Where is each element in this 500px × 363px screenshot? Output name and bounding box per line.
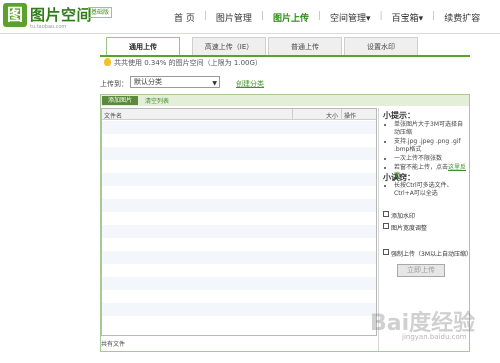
list-row: [102, 290, 376, 303]
nav-image-upload[interactable]: 图片上传: [264, 11, 318, 24]
resize-checkbox[interactable]: [383, 223, 389, 229]
list-row: [102, 199, 376, 212]
tab-normal-upload[interactable]: 普通上传: [268, 37, 342, 55]
list-row: [102, 316, 376, 329]
list-row: [102, 277, 376, 290]
list-row: [102, 264, 376, 277]
tricks-list: 长按Ctrl可多选文件、Ctrl+A可以全选: [384, 182, 468, 198]
tip-item: 支持.jpg .jpeg .png .gif .bmp格式: [394, 138, 468, 154]
resize-checkbox-label: 图片宽度调整: [391, 225, 428, 232]
column-operation: 操作: [344, 113, 357, 120]
list-row: [102, 225, 376, 238]
watermark-url: jingyan.baidu.com: [402, 333, 467, 341]
header-divider: [0, 33, 500, 34]
list-row: [102, 186, 376, 199]
force-upload-checkbox[interactable]: [383, 249, 389, 255]
nav-space-manage[interactable]: 空间管理▾: [321, 11, 380, 24]
upload-to-label: 上传到：: [100, 80, 128, 88]
tab-fast-upload[interactable]: 高速上传（IE）: [192, 37, 266, 55]
file-count-text: 共有文件: [101, 341, 126, 348]
watermark-checkbox-label: 添加水印: [391, 213, 416, 220]
list-row: [102, 303, 376, 316]
lightbulb-icon: [104, 58, 111, 66]
logo-subtitle: tu.taobao.com: [30, 24, 67, 30]
tab-general-upload[interactable]: 通用上传: [106, 37, 180, 57]
main-nav: 首 页 | 图片管理 | 图片上传 | 空间管理▾ | 百宝箱▾ | 续费扩容: [165, 11, 489, 24]
category-select[interactable]: 默认分类 ▼: [130, 76, 220, 88]
list-row: [102, 251, 376, 264]
category-select-value: 默认分类: [134, 78, 162, 86]
column-filename: 文件名: [104, 113, 123, 120]
logo-title: 图片空间: [30, 6, 93, 24]
clear-list-link[interactable]: 清空列表: [145, 96, 169, 105]
logo-icon: 图: [3, 3, 27, 27]
add-image-button[interactable]: 添加图片: [102, 96, 138, 105]
tip-item: 单张图片大于3M可选择自动压缩: [394, 121, 468, 137]
list-row: [102, 173, 376, 186]
nav-renew[interactable]: 续费扩容: [435, 11, 489, 24]
tip-item: 一次上传不限张数: [394, 155, 468, 163]
tips-title: 小提示：: [383, 111, 415, 120]
upload-now-button[interactable]: 立即上传: [397, 264, 445, 277]
tabs-underline: [100, 55, 470, 57]
chevron-down-icon: ▼: [212, 80, 217, 87]
space-usage-text: 共共使用 0.34% 的图片空间（上限为 1.00G）: [114, 59, 262, 67]
create-category-link[interactable]: 创建分类: [236, 79, 264, 89]
watermark-checkbox[interactable]: [383, 211, 389, 217]
nav-image-manage[interactable]: 图片管理: [207, 11, 261, 24]
list-row: [102, 238, 376, 251]
nav-home[interactable]: 首 页: [165, 11, 204, 24]
list-row: [102, 134, 376, 147]
list-row: [102, 212, 376, 225]
trick-item: 长按Ctrl可多选文件、Ctrl+A可以全选: [394, 182, 468, 198]
tab-watermark-settings[interactable]: 设置水印: [344, 37, 418, 55]
column-size: 大小: [326, 113, 339, 120]
force-upload-checkbox-label: 强制上传（3M以上自动压缩）: [391, 251, 472, 258]
list-row: [102, 160, 376, 173]
column-divider: [341, 109, 342, 120]
edition-badge: 基础版: [88, 7, 113, 18]
list-row: [102, 121, 376, 134]
nav-toolbox[interactable]: 百宝箱▾: [383, 11, 433, 24]
column-divider: [292, 109, 293, 120]
list-row: [102, 147, 376, 160]
